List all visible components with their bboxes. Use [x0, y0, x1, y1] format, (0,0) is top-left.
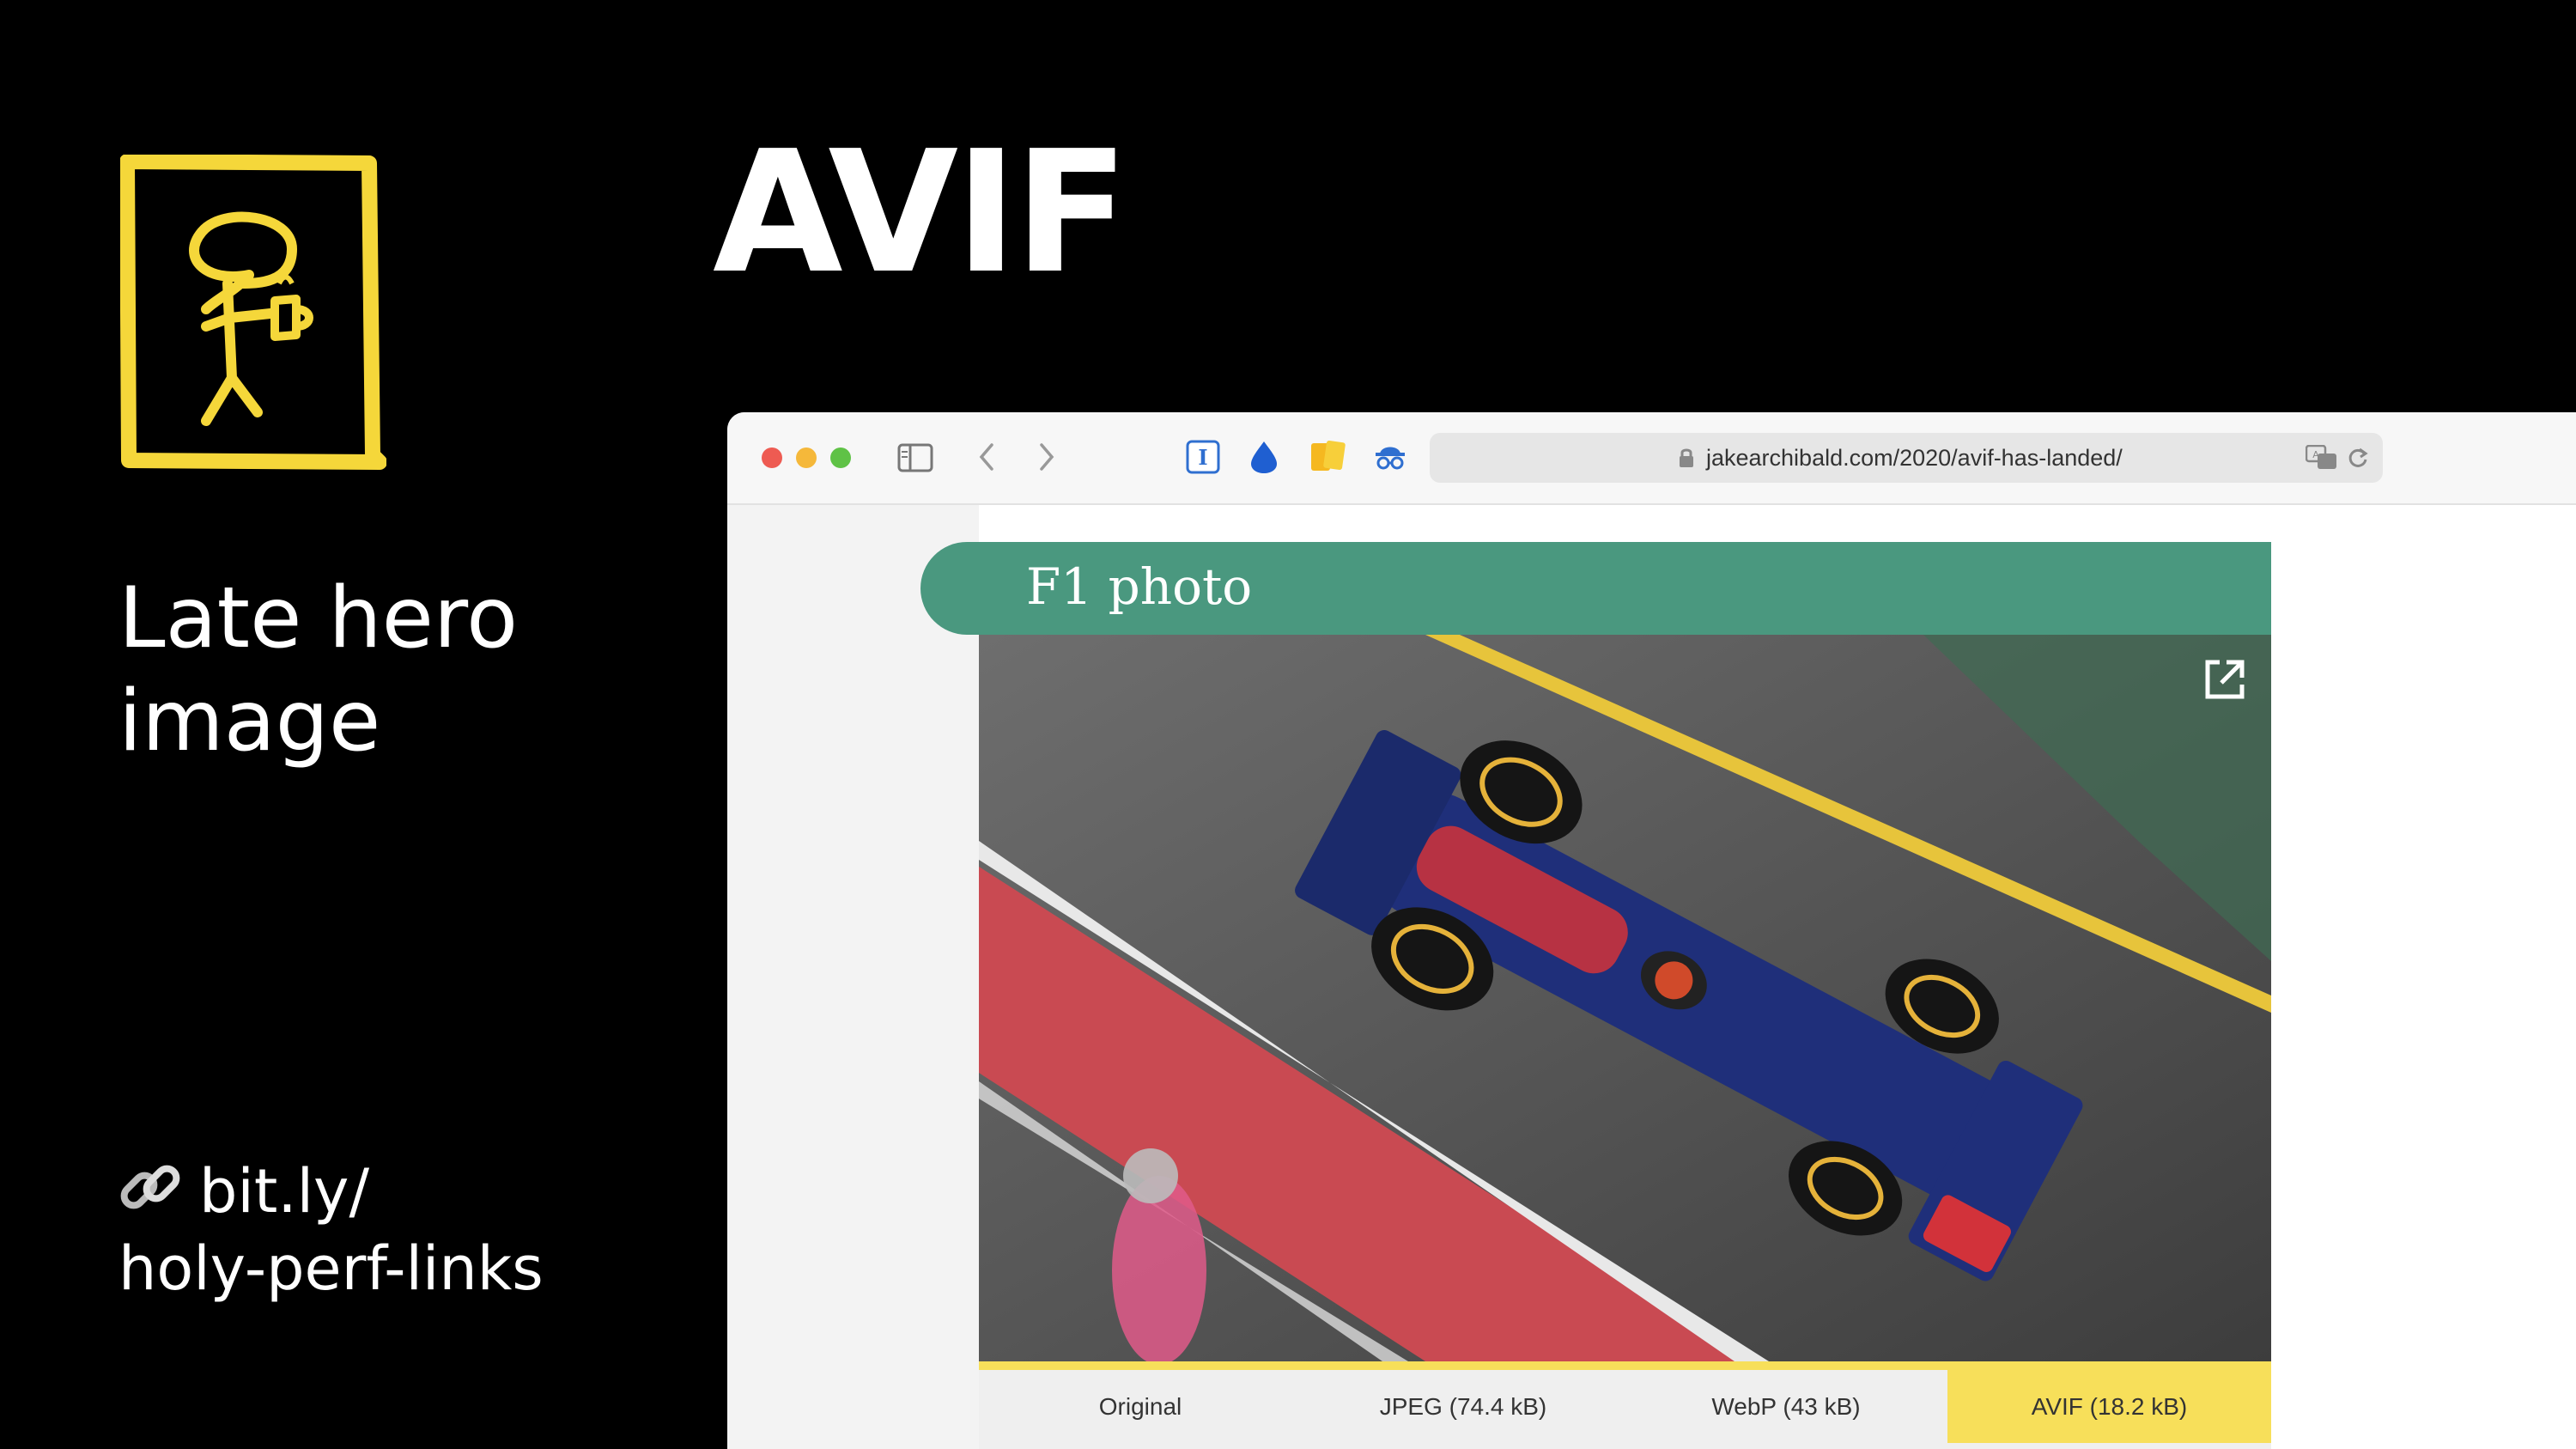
format-tabs: Original JPEG (74.4 kB) WebP (43 kB) AVI…	[979, 1361, 2271, 1449]
link-text-1[interactable]: bit.ly/	[199, 1156, 369, 1227]
slide-title: AVIF	[713, 115, 1129, 311]
sidebar-icon[interactable]	[897, 443, 933, 477]
browser-toolbar: I jakearchibald.com/2020/avif-has-landed…	[727, 412, 2576, 505]
link-text-2[interactable]: holy-perf-links	[118, 1233, 737, 1304]
open-external-icon[interactable]	[2201, 655, 2249, 703]
close-window-button[interactable]	[762, 447, 782, 468]
translate-icon[interactable]: A	[2305, 444, 2338, 475]
back-icon[interactable]	[976, 441, 997, 477]
slide-subtitle: Late hero image	[118, 569, 519, 770]
forward-icon[interactable]	[1036, 441, 1057, 477]
section-header: F1 photo	[920, 542, 2271, 635]
tab-webp[interactable]: WebP (43 kB)	[1625, 1370, 1947, 1443]
tab-original[interactable]: Original	[979, 1370, 1302, 1443]
browser-window: I jakearchibald.com/2020/avif-has-landed…	[727, 412, 2576, 1449]
url-text[interactable]: jakearchibald.com/2020/avif-has-landed/	[1706, 445, 2123, 472]
reload-icon[interactable]	[2347, 446, 2369, 474]
drop-icon[interactable]	[1249, 440, 1279, 478]
link-line-1[interactable]: bit.ly/	[118, 1155, 737, 1233]
link-block[interactable]: bit.ly/ holy-perf-links	[118, 1155, 737, 1304]
instapaper-icon[interactable]: I	[1186, 440, 1220, 478]
tab-jpeg[interactable]: JPEG (74.4 kB)	[1302, 1370, 1625, 1443]
stick-figure-coffee-logo-icon	[119, 154, 387, 472]
tab-avif[interactable]: AVIF (18.2 kB)	[1947, 1370, 2271, 1443]
incognito-icon[interactable]	[1373, 440, 1407, 478]
svg-text:A: A	[2312, 449, 2319, 460]
f1-photo[interactable]	[979, 635, 2271, 1361]
svg-text:I: I	[1198, 445, 1207, 470]
zoom-window-button[interactable]	[830, 447, 851, 468]
address-bar[interactable]: jakearchibald.com/2020/avif-has-landed/ …	[1430, 433, 2383, 483]
link-icon	[118, 1155, 182, 1233]
lock-icon	[1679, 447, 1694, 472]
notes-icon[interactable]	[1309, 440, 1346, 478]
minimize-window-button[interactable]	[796, 447, 817, 468]
section-title: F1 photo	[1026, 557, 1253, 616]
